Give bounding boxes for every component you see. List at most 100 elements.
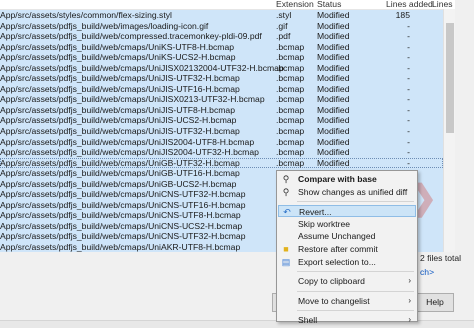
file-path: App/src/assets/pdfjs_build/web/cmaps/Uni… [0, 157, 240, 168]
lines-added: - [407, 31, 410, 42]
file-extension: .bcmap [276, 104, 305, 115]
menu-item-label: Skip worktree [298, 218, 351, 229]
file-extension: .styl [276, 10, 292, 20]
file-extension: .gif [276, 20, 288, 31]
menu-item-move-to-changelist[interactable]: Move to changelist › [278, 295, 416, 307]
file-status: Modified [317, 157, 350, 168]
table-row[interactable]: App/src/assets/pdfjs_build/web/cmaps/Uni… [0, 126, 443, 137]
column-extension[interactable]: Extension [276, 0, 314, 9]
file-extension: .bcmap [276, 126, 305, 137]
file-path: App/src/assets/pdfjs_build/web/cmaps/Uni… [0, 52, 236, 63]
lines-added: - [407, 20, 410, 31]
file-path: App/src/assets/pdfjs_build/web/cmaps/Uni… [0, 210, 241, 221]
menu-item-skip-worktree[interactable]: Skip worktree [278, 218, 416, 230]
lines-added: - [407, 41, 410, 52]
lines-added: - [407, 94, 410, 105]
table-row[interactable]: App/src/assets/pdfjs_build/web/cmaps/Uni… [0, 41, 443, 53]
menu-item-copy-to-clipboard[interactable]: Copy to clipboard › [278, 275, 416, 287]
table-row[interactable]: App/src/assets/pdfjs_build/web/cmaps/Uni… [0, 136, 443, 148]
menu-item-label: Assume Unchanged [298, 231, 376, 242]
lines-added: - [407, 73, 410, 84]
magnifier-icon: ⚲ [282, 186, 290, 197]
file-path: App/src/assets/styles/common/flex-sizing… [0, 10, 172, 20]
file-status: Modified [317, 41, 350, 52]
menu-item-export-selection-to[interactable]: ▤ Export selection to... [278, 256, 416, 268]
commit-link[interactable]: ch> [420, 267, 434, 277]
column-status[interactable]: Status [317, 0, 341, 9]
file-path: App/src/assets/pdfjs_build/web/cmaps/Uni… [0, 220, 243, 231]
file-status: Modified [317, 52, 350, 63]
file-extension: .bcmap [276, 52, 305, 63]
scrollbar-thumb[interactable] [446, 23, 454, 133]
menu-item-restore-after-commit[interactable]: ■ Restore after commit [278, 243, 416, 255]
menu-item-show-changes-as-unified-diff[interactable]: ⚲ Show changes as unified diff [278, 186, 416, 198]
file-extension: .bcmap [276, 41, 305, 52]
file-extension: .bcmap [276, 73, 305, 84]
table-row[interactable]: App/src/assets/pdfjs_build/web/cmaps/Uni… [0, 73, 443, 84]
file-path: App/src/assets/pdfjs_build/web/cmaps/Uni… [0, 94, 265, 105]
context-menu: ⚲ Compare with base ⚲ Show changes as unifi… [276, 170, 418, 325]
lines-added: - [407, 126, 410, 137]
lines-added: - [407, 147, 410, 158]
file-path: App/src/assets/pdfjs_build/web/cmaps/Uni… [0, 41, 235, 52]
menu-separator [297, 271, 414, 273]
menu-item-label: Compare with base [298, 174, 377, 184]
magnifier-icon: ⚲ [282, 174, 290, 184]
menu-item-label: Revert... [299, 207, 332, 218]
file-status: Modified [317, 147, 350, 158]
file-path: App/src/assets/pdfjs_build/web/cmaps/Uni… [0, 147, 259, 158]
file-status: Modified [317, 31, 350, 42]
file-path: App/src/assets/pdfjs_build/web/cmaps/Uni… [0, 83, 240, 94]
file-path: App/src/assets/pdfjs_build/web/cmaps/Uni… [0, 242, 241, 252]
menu-separator [297, 310, 414, 312]
files-total-label: 2 files total [420, 253, 462, 263]
table-row[interactable]: App/src/assets/pdfjs_build/web/cmaps/Uni… [0, 147, 443, 158]
file-status: Modified [317, 104, 350, 115]
menu-item-revert[interactable]: ↶ Revert... [278, 205, 416, 218]
menu-item-label: Shell [298, 315, 318, 326]
lines-added: - [407, 115, 410, 126]
file-path: App/src/assets/pdfjs_build/web/cmaps/Uni… [0, 126, 240, 137]
menu-item-compare-with-base[interactable]: ⚲ Compare with base [278, 173, 416, 185]
file-path: App/src/assets/pdfjs_build/web/cmaps/Uni… [0, 115, 237, 126]
file-extension: .pdf [276, 31, 291, 42]
undo-icon: ↶ [283, 207, 291, 218]
lines-added: - [407, 136, 410, 147]
table-row[interactable]: App/src/assets/pdfjs_build/web/cmaps/Uni… [0, 115, 443, 127]
file-path: App/src/assets/pdfjs_build/web/cmaps/Uni… [0, 178, 237, 189]
lines-added: - [407, 104, 410, 115]
table-row[interactable]: App/src/assets/pdfjs_build/web/cmaps/Uni… [0, 62, 443, 74]
file-extension: .bcmap [276, 147, 305, 158]
lines-added: - [407, 83, 410, 94]
table-row[interactable]: App/src/assets/pdfjs_build/web/cmaps/Uni… [0, 104, 443, 116]
table-row[interactable]: App/src/assets/pdfjs_build/web/cmaps/Uni… [0, 52, 443, 63]
column-lines-added[interactable]: Lines added [386, 0, 433, 9]
table-row[interactable]: App/src/assets/pdfjs_build/web/cmaps/Uni… [0, 94, 443, 105]
menu-item-assume-unchanged[interactable]: Assume Unchanged [278, 230, 416, 242]
chevron-right-icon: › [408, 276, 411, 286]
file-path: App/src/assets/pdfjs_build/web/cmaps/Uni… [0, 73, 240, 84]
help-button[interactable]: Help [416, 293, 454, 312]
file-path: App/src/assets/pdfjs_build/web/cmaps/Uni… [0, 189, 246, 200]
file-status: Modified [317, 83, 350, 94]
table-row[interactable]: App/src/assets/pdfjs_build/web/compresse… [0, 31, 443, 42]
menu-item-label: Show changes as unified diff [298, 186, 408, 197]
file-path: App/src/assets/pdfjs_build/web/cmaps/Uni… [0, 62, 284, 73]
table-row[interactable]: App/src/assets/pdfjs_build/web/cmaps/Uni… [0, 157, 443, 169]
file-path: App/src/assets/pdfjs_build/web/images/lo… [0, 20, 209, 31]
menu-separator [297, 201, 414, 203]
menu-item-label: Move to changelist [298, 295, 370, 306]
file-extension: .bcmap [276, 136, 305, 147]
file-extension: .bcmap [276, 62, 305, 73]
restore-icon: ■ [283, 244, 289, 254]
menu-item-shell[interactable]: Shell › [278, 314, 416, 326]
vertical-scrollbar[interactable] [443, 9, 455, 252]
file-extension: .bcmap [276, 115, 305, 126]
chevron-right-icon: › [408, 295, 411, 305]
menu-item-label: Export selection to... [298, 256, 376, 267]
column-header: Extension Status Lines added Lines remo [0, 0, 455, 19]
table-row[interactable]: App/src/assets/pdfjs_build/web/images/lo… [0, 20, 443, 32]
table-row[interactable]: App/src/assets/pdfjs_build/web/cmaps/Uni… [0, 83, 443, 95]
table-row[interactable]: App/src/assets/styles/common/flex-sizing… [0, 10, 443, 21]
file-path: App/src/assets/pdfjs_build/web/cmaps/Uni… [0, 104, 235, 115]
